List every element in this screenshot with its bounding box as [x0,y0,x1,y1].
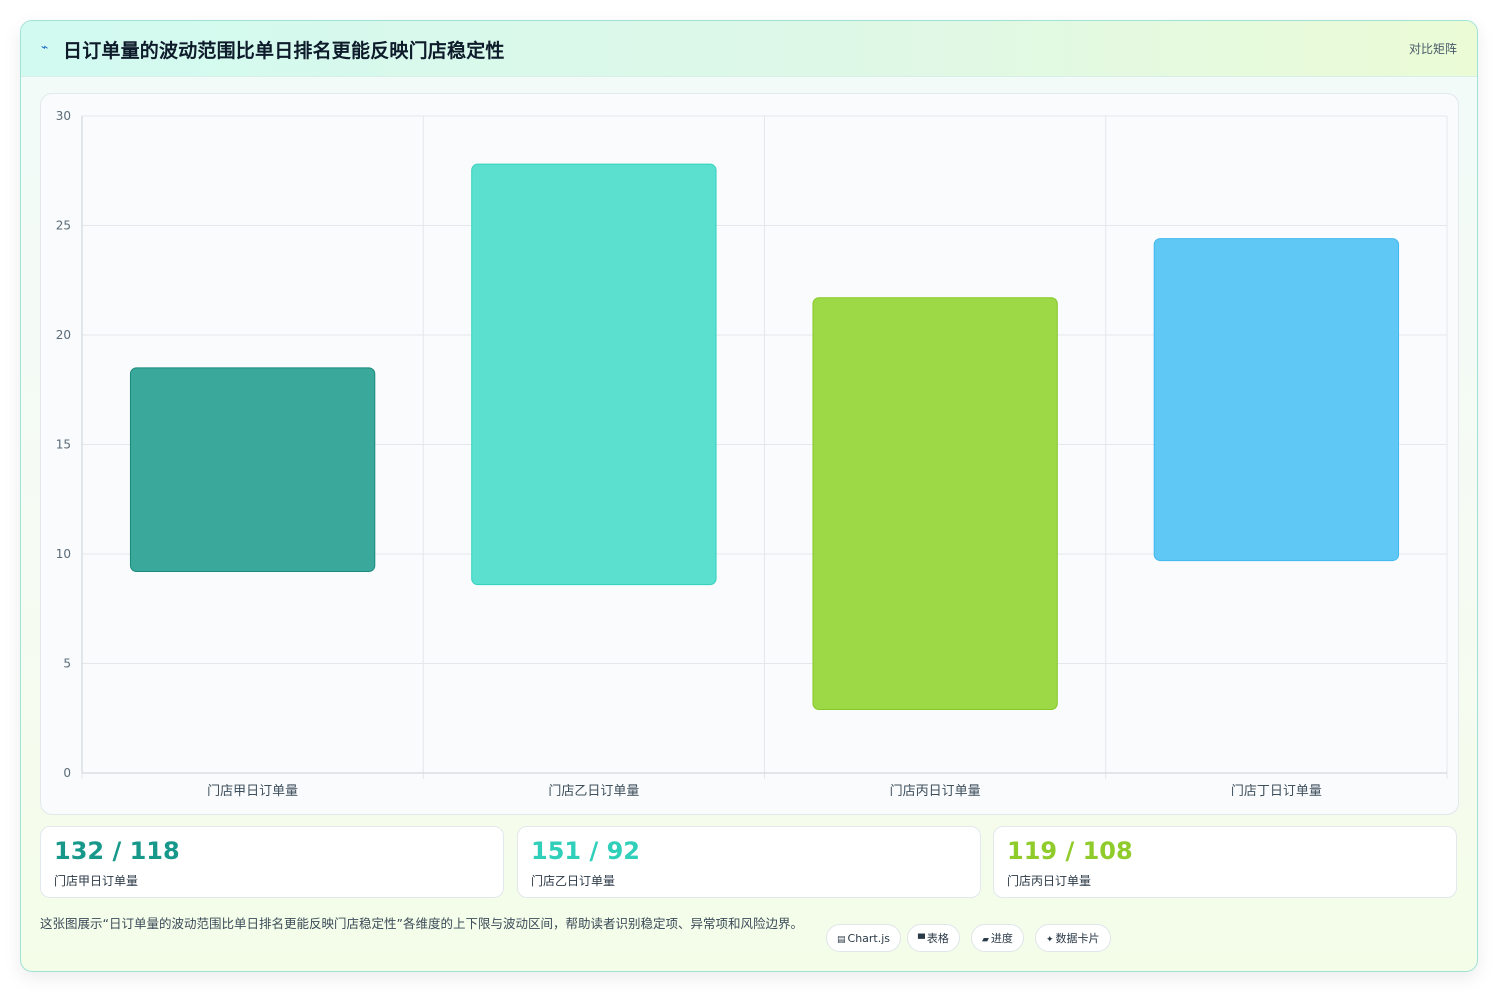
range-bar [129,367,376,573]
stat-card-store-c: 119 / 108 门店丙日订单量 [993,826,1457,898]
y-tick-label: 30 [56,109,71,123]
sparkle-icon: ✦ [1046,935,1054,945]
range-bar [1153,238,1400,562]
chart-description: 这张图展示“日订单量的波动范围比单日排名更能反映门店稳定性”各维度的上下限与波动… [40,916,803,931]
chart-icon: ▤ [837,935,846,945]
range-bar-chart: 0 5 10 15 20 25 30 门店甲日订单量 门店乙日订单量 门店丙日订单量 门店丁日订单量 [56,109,1448,799]
stat-card-store-a: 132 / 118 门店甲日订单量 [40,826,504,898]
range-bar [471,163,717,586]
y-tick-label: 0 [63,766,71,780]
x-tick-label: 门店甲日订单量 [207,784,298,799]
table-icon: ▀ [918,935,925,945]
page-title: 日订单量的波动范围比单日排名更能反映门店稳定性 [63,40,505,62]
range-bar [812,297,1058,710]
compare-matrix-link[interactable]: 对比矩阵 [1409,40,1457,57]
chart-panel: 0 5 10 15 20 25 30 门店甲日订单量 门店乙日订单量 门店丙日订单量 门店丁日订单量 [40,93,1459,815]
stat-value: 119 / 108 [1007,837,1133,865]
pill-label: Chart.js [847,932,891,945]
stat-label: 门店乙日订单量 [531,874,616,888]
pill-chartjs[interactable]: ▤ Chart.js [826,924,902,952]
card-header: ⌁ 日订单量的波动范围比单日排名更能反映门店稳定性 对比矩阵 [21,21,1477,77]
pill-progress[interactable]: ▰ 进度 [971,924,1024,952]
pill-label: 数据卡片 [1055,932,1100,945]
sparkline-icon: ⌁ [41,40,49,54]
pill-label: 表格 [926,932,949,945]
pill-label: 进度 [990,932,1013,945]
x-tick-label: 门店乙日订单量 [548,784,639,799]
x-tick-label: 门店丙日订单量 [890,784,981,799]
pill-data-card[interactable]: ✦ 数据卡片 [1035,924,1111,952]
stat-card-store-b: 151 / 92 门店乙日订单量 [517,826,981,898]
progress-icon: ▰ [982,935,989,945]
x-tick-label: 门店丁日订单量 [1231,784,1322,799]
y-tick-label: 20 [56,328,71,342]
stat-value: 151 / 92 [531,837,640,865]
stat-label: 门店甲日订单量 [54,874,139,888]
y-tick-label: 5 [63,657,71,671]
y-tick-label: 10 [56,547,71,561]
y-tick-label: 25 [56,219,71,233]
chart-card: ⌁ 日订单量的波动范围比单日排名更能反映门店稳定性 对比矩阵 0 5 10 15 20 2… [20,20,1478,972]
stat-value: 132 / 118 [54,837,180,865]
y-tick-label: 15 [56,438,71,452]
stat-label: 门店丙日订单量 [1007,874,1092,888]
pill-table[interactable]: ▀ 表格 [907,924,960,952]
